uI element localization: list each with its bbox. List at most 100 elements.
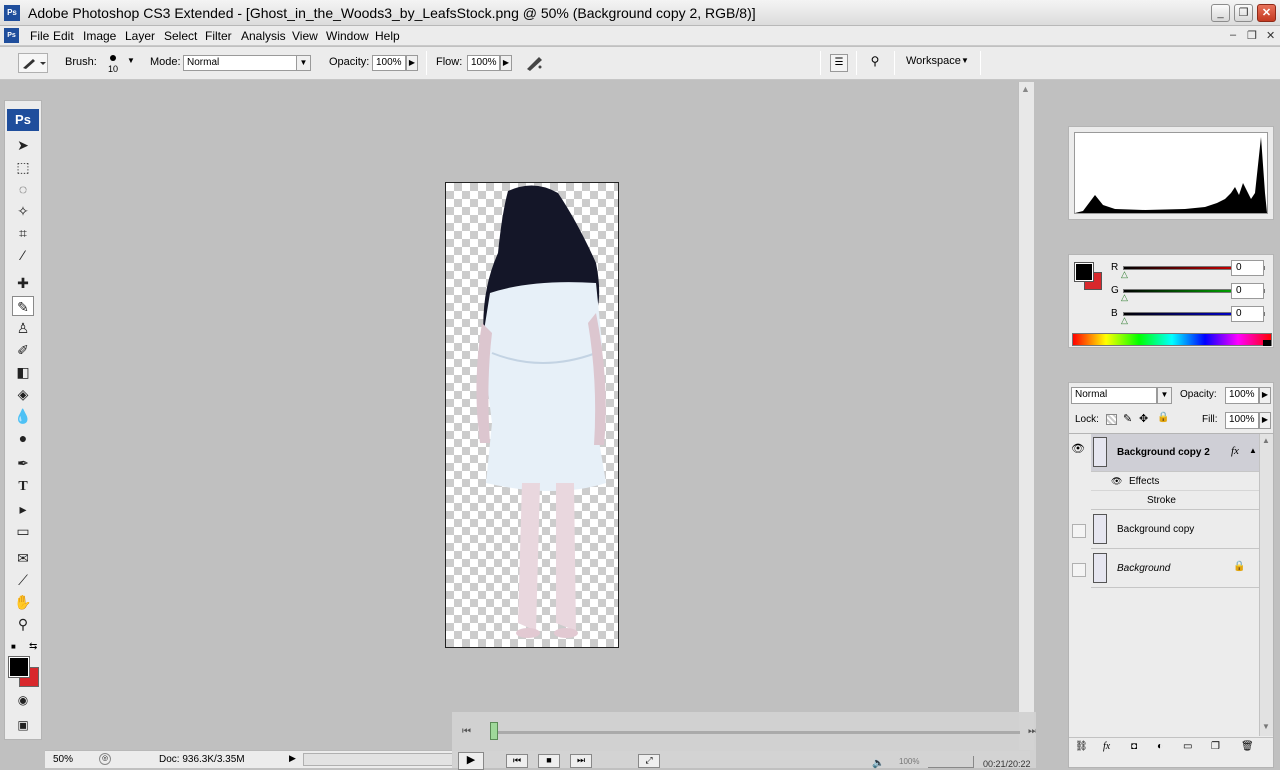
blue-value[interactable]: 0 — [1231, 306, 1264, 322]
palette-well-icon[interactable]: ☰ — [830, 54, 848, 72]
menu-view[interactable]: View — [292, 29, 318, 43]
flow-field[interactable]: 100% — [467, 55, 500, 71]
layer-visibility-toggle[interactable] — [1072, 524, 1086, 538]
menu-help[interactable]: Help — [375, 29, 400, 43]
layer-name[interactable]: Background copy 2 — [1117, 447, 1210, 458]
new-group-icon[interactable]: ▭ — [1183, 741, 1192, 752]
path-selection-tool-icon[interactable]: ▸ — [12, 499, 34, 519]
blue-slider-handle-icon[interactable]: △ — [1121, 315, 1128, 326]
layers-scrollbar[interactable]: ▲ ▼ — [1259, 434, 1273, 736]
adjustment-layer-icon[interactable]: ◐ — [1157, 741, 1163, 752]
link-layers-icon[interactable]: ⛓ — [1075, 741, 1088, 752]
screen-mode-icon[interactable]: ▣ — [12, 715, 34, 735]
add-mask-icon[interactable]: ◘ — [1131, 741, 1137, 752]
next-button[interactable]: ⏭ — [570, 754, 592, 768]
stroke-effect-row[interactable]: Stroke — [1091, 491, 1259, 510]
hand-tool-icon[interactable]: ✋ — [12, 592, 34, 612]
maximize-button[interactable]: ❐ — [1234, 4, 1253, 22]
document-icon[interactable]: Ps — [4, 28, 19, 43]
add-layer-style-icon[interactable]: fx — [1103, 741, 1110, 752]
rewind-to-start-icon[interactable]: ⏮ — [462, 726, 471, 737]
workspace-chevron-icon[interactable]: ▼ — [961, 56, 969, 65]
menu-filter[interactable]: Filter — [205, 29, 232, 43]
red-value[interactable]: 0 — [1231, 260, 1264, 276]
layer-visibility-eye-icon[interactable]: 👁 — [1071, 442, 1085, 455]
close-button[interactable]: ✕ — [1257, 4, 1276, 22]
minimize-button[interactable]: _ — [1211, 4, 1230, 22]
history-brush-tool-icon[interactable]: ✐ — [12, 340, 34, 360]
doc-minimize-button[interactable]: – — [1230, 29, 1236, 41]
seek-track[interactable] — [490, 731, 1020, 734]
document-canvas[interactable] — [445, 182, 619, 648]
menu-image[interactable]: Image — [83, 29, 116, 43]
zoom-level[interactable]: 50% — [53, 754, 73, 765]
red-slider-handle-icon[interactable]: △ — [1121, 269, 1128, 280]
marquee-tool-icon[interactable]: ⬚ — [12, 157, 34, 177]
menu-select[interactable]: Select — [164, 29, 197, 43]
rectangle-tool-icon[interactable]: ▭ — [12, 521, 34, 541]
airbrush-button[interactable] — [524, 53, 546, 73]
brush-picker[interactable]: 10 ▼ — [105, 52, 137, 76]
layer-blend-mode-select[interactable]: Normal — [1071, 387, 1157, 404]
color-foreground-swatch[interactable] — [1074, 262, 1094, 282]
brush-tool-icon[interactable]: ✎ — [12, 296, 34, 316]
blur-tool-icon[interactable]: 💧 — [12, 406, 34, 426]
layer-opacity-arrow-icon[interactable]: ▶ — [1259, 387, 1271, 404]
swap-colors-icon[interactable]: ⇆ — [29, 641, 37, 652]
type-tool-icon[interactable]: T — [12, 477, 34, 497]
clone-stamp-tool-icon[interactable]: ♙ — [12, 318, 34, 338]
layer-visibility-toggle[interactable] — [1072, 563, 1086, 577]
green-value[interactable]: 0 — [1231, 283, 1264, 299]
green-slider-handle-icon[interactable]: △ — [1121, 292, 1128, 303]
horizontal-scrollbar[interactable] — [303, 753, 453, 766]
eraser-tool-icon[interactable]: ◧ — [12, 362, 34, 382]
blend-mode-dropdown-icon[interactable]: ▼ — [1157, 387, 1172, 404]
tool-preset-picker[interactable] — [18, 53, 48, 73]
effects-collapse-icon[interactable]: ▲ — [1249, 446, 1257, 455]
mode-select[interactable]: Normal — [183, 55, 297, 71]
fill-field[interactable]: 100% — [1225, 412, 1259, 429]
doc-restore-button[interactable]: ❐ — [1247, 29, 1257, 42]
menu-edit[interactable]: Edit — [53, 29, 74, 43]
lock-pixels-icon[interactable]: ✎ — [1123, 412, 1132, 425]
workspace-menu[interactable]: Workspace — [906, 55, 961, 67]
status-icon[interactable]: ◎ — [99, 753, 111, 765]
flow-arrow-icon[interactable]: ▶ — [500, 55, 512, 71]
lock-all-icon[interactable]: 🔒 — [1157, 412, 1169, 423]
effects-visibility-eye-icon[interactable]: 👁 — [1111, 476, 1122, 487]
seek-handle[interactable] — [490, 722, 498, 740]
effects-row[interactable]: 👁 Effects — [1091, 472, 1259, 491]
dodge-tool-icon[interactable]: ● — [12, 428, 34, 448]
default-colors-icon[interactable]: ■ — [11, 642, 16, 651]
stop-button[interactable]: ■ — [538, 754, 560, 768]
eyedropper-slice-tool-icon[interactable]: ⁄ — [12, 245, 34, 265]
mode-dropdown-icon[interactable]: ▼ — [296, 55, 311, 71]
move-tool-icon[interactable]: ➤ — [12, 135, 34, 155]
layer-row-background-copy[interactable]: Background copy — [1091, 511, 1259, 549]
color-ramp[interactable] — [1072, 333, 1272, 346]
notes-tool-icon[interactable]: ✉ — [12, 548, 34, 568]
crop-tool-icon[interactable]: ⌗ — [12, 223, 34, 243]
color-ramp-black-swatch[interactable] — [1263, 340, 1271, 346]
fill-arrow-icon[interactable]: ▶ — [1259, 412, 1271, 429]
vertical-scrollbar[interactable]: ▲ — [1018, 82, 1034, 750]
new-layer-icon[interactable]: ❐ — [1211, 741, 1220, 752]
eyedropper-tool-icon[interactable]: ⟋ — [12, 570, 34, 590]
play-button[interactable]: ▶ — [458, 752, 484, 770]
layer-row-background[interactable]: Background 🔒 — [1091, 550, 1259, 588]
layer-name[interactable]: Background — [1117, 563, 1170, 574]
volume-icon[interactable]: 🔈 — [872, 758, 884, 769]
scroll-up-icon[interactable]: ▲ — [1021, 84, 1030, 94]
quick-mask-icon[interactable]: ◉ — [12, 690, 34, 710]
layer-fx-icon[interactable]: fx — [1231, 445, 1239, 457]
status-menu-arrow-icon[interactable]: ▶ — [289, 753, 296, 764]
layer-row-background-copy-2[interactable]: Background copy 2 fx ▲ — [1091, 434, 1259, 472]
menu-window[interactable]: Window — [326, 29, 369, 43]
scroll-up-icon[interactable]: ▲ — [1262, 436, 1270, 445]
pen-tool-icon[interactable]: ✒ — [12, 453, 34, 473]
opacity-field[interactable]: 100% — [372, 55, 406, 71]
bridge-icon[interactable]: ⚲ — [864, 54, 886, 72]
menu-layer[interactable]: Layer — [125, 29, 155, 43]
scroll-down-icon[interactable]: ▼ — [1262, 722, 1270, 731]
zoom-tool-icon[interactable]: ⚲ — [12, 614, 34, 634]
